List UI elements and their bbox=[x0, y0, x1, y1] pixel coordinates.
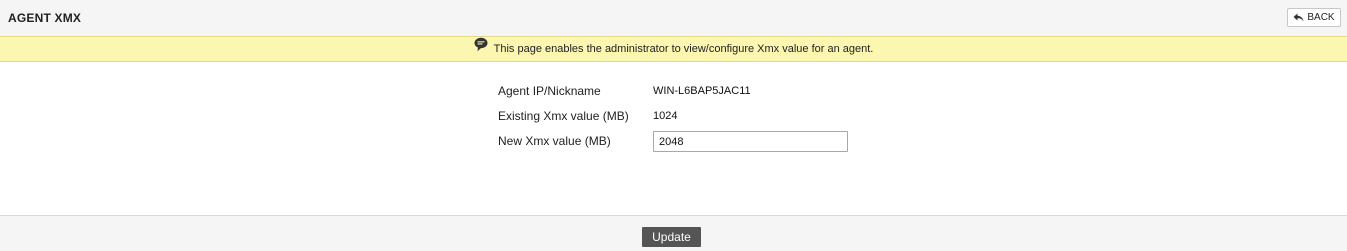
new-xmx-input[interactable] bbox=[653, 131, 848, 152]
update-button[interactable]: Update bbox=[642, 227, 701, 247]
existing-xmx-label: Existing Xmx value (MB) bbox=[498, 109, 629, 123]
agent-label: Agent IP/Nickname bbox=[498, 84, 601, 98]
info-banner: This page enables the administrator to v… bbox=[0, 36, 1347, 62]
back-button[interactable]: BACK bbox=[1287, 8, 1341, 27]
page-footer: Update bbox=[0, 215, 1347, 251]
back-arrow-icon bbox=[1293, 13, 1304, 22]
back-button-label: BACK bbox=[1307, 12, 1335, 23]
existing-xmx-value: 1024 bbox=[653, 110, 678, 122]
agent-value: WIN-L6BAP5JAC11 bbox=[653, 85, 751, 97]
info-message: This page enables the administrator to v… bbox=[493, 43, 874, 55]
new-xmx-label: New Xmx value (MB) bbox=[498, 134, 611, 148]
page-header: AGENT XMX BACK bbox=[0, 0, 1347, 36]
speech-bubble-icon bbox=[474, 37, 488, 55]
page-title: AGENT XMX bbox=[8, 11, 82, 25]
